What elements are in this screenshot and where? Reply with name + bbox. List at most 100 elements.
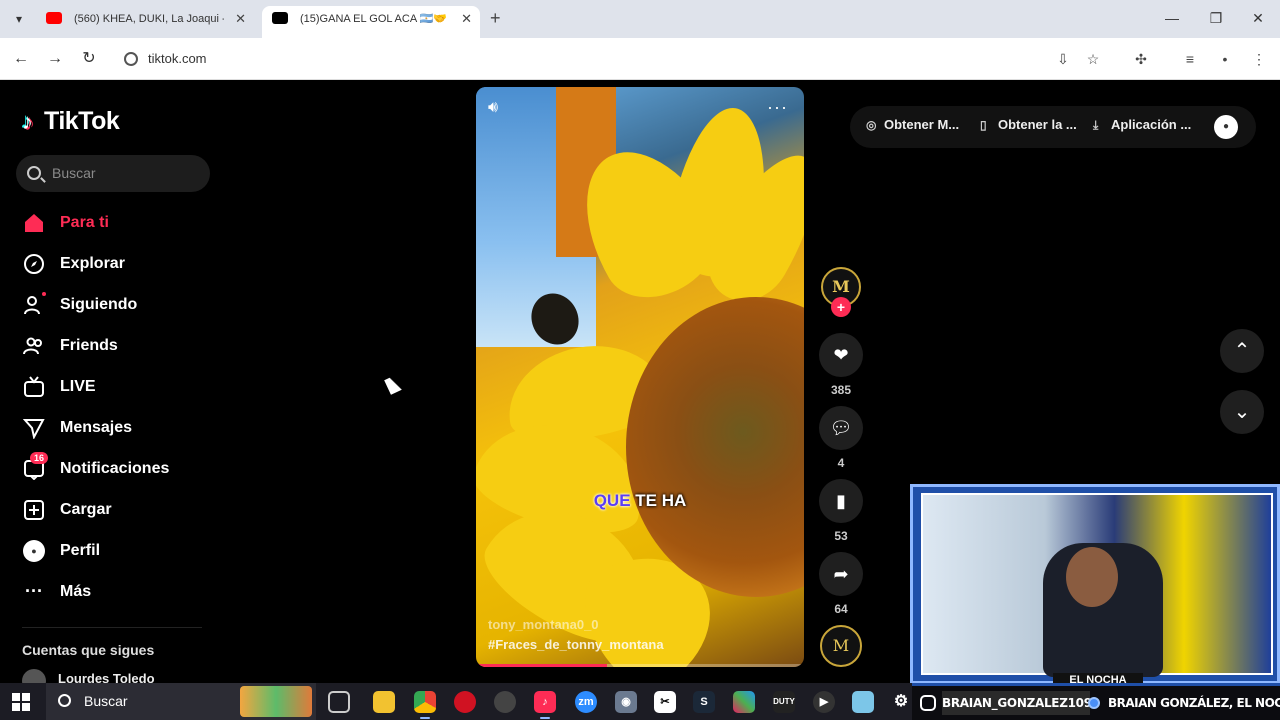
share-count: 64 — [834, 602, 848, 616]
sidebar-item-cargar[interactable]: Cargar — [22, 489, 222, 530]
forward-icon[interactable]: → — [44, 48, 66, 70]
phone-icon: ▯ — [980, 118, 987, 132]
search-input[interactable]: Buscar — [16, 155, 210, 192]
video-progress-bar[interactable] — [476, 664, 804, 667]
menu-dots-icon[interactable]: ⋮ — [1249, 49, 1269, 69]
browser-tab-tiktok[interactable]: (15)GANA EL GOL ACA 🇦🇷🤝 | ✕ — [262, 6, 480, 38]
obs-icon[interactable] — [494, 691, 516, 713]
get-coins-button[interactable]: ◎ Obtener M... — [866, 117, 959, 132]
camera-icon[interactable]: ◉ — [615, 691, 637, 713]
pill-label: Aplicación ... — [1111, 117, 1192, 132]
restore-button[interactable]: ❐ — [1196, 6, 1236, 30]
music-disc[interactable]: M — [820, 625, 862, 667]
taskbar-search[interactable]: Buscar — [46, 683, 316, 720]
video-more-icon[interactable]: ··· — [767, 97, 788, 118]
sidebar-item-label: LIVE — [60, 377, 96, 395]
brand-name: TikTok — [44, 107, 120, 135]
user-avatar[interactable]: ● — [1214, 115, 1238, 139]
url-text: tiktok.com — [148, 51, 207, 66]
like-count: 385 — [830, 383, 852, 397]
instagram-icon — [920, 695, 936, 711]
capcut-icon[interactable]: ✂ — [654, 691, 676, 713]
file-explorer-icon[interactable] — [373, 691, 395, 713]
get-app-button[interactable]: ▯ Obtener la ... — [980, 117, 1077, 132]
chrome-icon[interactable] — [414, 691, 436, 719]
share-icon: ➦ — [833, 564, 849, 584]
sidebar-item-label: Cargar — [60, 500, 112, 518]
task-view-icon[interactable] — [328, 691, 350, 713]
tiktok-logo[interactable]: ♪ TikTok — [22, 107, 120, 136]
tiktok-app-icon[interactable]: ♪ — [534, 691, 556, 719]
follow-plus-icon[interactable]: + — [831, 297, 851, 317]
minimize-button[interactable]: — — [1152, 6, 1192, 30]
video-author[interactable]: tony_montana0_0 — [488, 617, 599, 632]
back-icon[interactable]: ← — [10, 48, 32, 70]
bookmark-icon: ▮ — [836, 491, 846, 511]
search-highlight-image — [240, 686, 312, 717]
pill-label: Obtener M... — [884, 117, 960, 132]
sunflower-center — [626, 297, 804, 597]
windows-start-icon[interactable] — [12, 693, 30, 711]
sidebar-item-perfil[interactable]: ● Perfil — [22, 530, 222, 571]
save-button[interactable]: ▮ — [819, 479, 863, 523]
video-progress-fill — [476, 664, 608, 667]
close-window-button[interactable]: ✕ — [1238, 6, 1278, 30]
sidebar-item-notificaciones[interactable]: 16 Notificaciones — [22, 448, 222, 489]
browser-tab-bar: ▾ (560) KHEA, DUKI, La Joaqui - M ✕ (15)… — [0, 0, 1280, 38]
upload-icon — [22, 498, 46, 522]
tiktok-favicon-icon — [272, 12, 288, 24]
settings-gear-icon[interactable]: ⚙ — [890, 691, 912, 713]
reload-icon[interactable]: ↻ — [78, 48, 100, 70]
previous-video-button[interactable]: ⌃ — [1220, 329, 1264, 373]
app-icon[interactable] — [852, 691, 874, 713]
sidebar-item-friends[interactable]: Friends — [22, 325, 222, 366]
sidebar-item-siguiendo[interactable]: Siguiendo — [22, 284, 222, 325]
game-launcher-icon[interactable] — [733, 691, 755, 713]
pill-label: Obtener la ... — [998, 117, 1077, 132]
video-hashtag[interactable]: #Fraces_de_tonny_montana — [488, 637, 664, 652]
media-player-icon[interactable]: ▶ — [813, 691, 835, 713]
video-caption: QUE TE HA — [476, 491, 804, 511]
install-app-icon[interactable]: ⇩ — [1053, 49, 1073, 69]
desktop-app-button[interactable]: ⤓ Aplicación ... — [1093, 117, 1191, 133]
browser-tab-youtube[interactable]: (560) KHEA, DUKI, La Joaqui - M ✕ — [36, 6, 254, 38]
sidebar-item-explorar[interactable]: Explorar — [22, 243, 222, 284]
media-control-icon[interactable]: ≡ — [1180, 49, 1200, 69]
video-player[interactable]: 🔊︎ ··· QUE TE HA tony_montana0_0 #Fraces… — [476, 87, 804, 667]
new-dot — [42, 292, 46, 296]
zoom-icon[interactable]: zm — [575, 691, 597, 713]
profile-icon[interactable]: • — [1215, 49, 1235, 69]
social-icon — [1088, 697, 1100, 709]
download-icon: ⤓ — [1093, 118, 1099, 132]
volume-icon[interactable]: 🔊︎ — [488, 99, 498, 117]
steam-icon[interactable]: S — [693, 691, 715, 713]
sidebar-item-mensajes[interactable]: Mensajes — [22, 407, 222, 448]
share-button[interactable]: ➦ — [819, 552, 863, 596]
webcam-overlay: EL NOCHA — [910, 484, 1280, 687]
like-button[interactable]: ❤︎ — [819, 333, 863, 377]
next-video-button[interactable]: ⌄ — [1220, 390, 1264, 434]
coin-icon: ◎ — [866, 118, 877, 132]
sidebar-item-mas[interactable]: ··· Más — [22, 571, 222, 612]
sidebar-item-para-ti[interactable]: Para ti — [22, 202, 222, 243]
address-bar[interactable]: tiktok.com — [120, 46, 1080, 72]
sidebar-item-live[interactable]: LIVE — [22, 366, 222, 407]
tab-search-button[interactable]: ▾ — [8, 8, 30, 30]
opera-icon[interactable] — [454, 691, 476, 713]
streamer-head — [1066, 547, 1118, 607]
new-tab-button[interactable]: + — [490, 8, 501, 29]
extensions-icon[interactable]: ✣ — [1131, 49, 1151, 69]
duty-game-icon[interactable]: DUTY — [773, 691, 795, 713]
close-tab-icon[interactable]: ✕ — [461, 6, 472, 32]
sidebar-item-label: Perfil — [60, 541, 101, 559]
tiktok-note-icon: ♪ — [22, 109, 33, 134]
sidebar-item-label: Explorar — [60, 254, 125, 272]
banner-handle: BRAIAN_GONZALEZ109 — [942, 691, 1092, 715]
bookmark-star-icon[interactable]: ☆ — [1083, 49, 1103, 69]
close-tab-icon[interactable]: ✕ — [235, 6, 246, 32]
taskbar-search-label: Buscar — [84, 693, 128, 709]
sidebar-item-label: Para ti — [60, 213, 109, 231]
comment-button[interactable]: 💬︎ — [819, 406, 863, 450]
mouse-cursor-icon — [384, 375, 402, 395]
site-info-icon[interactable] — [124, 52, 138, 66]
